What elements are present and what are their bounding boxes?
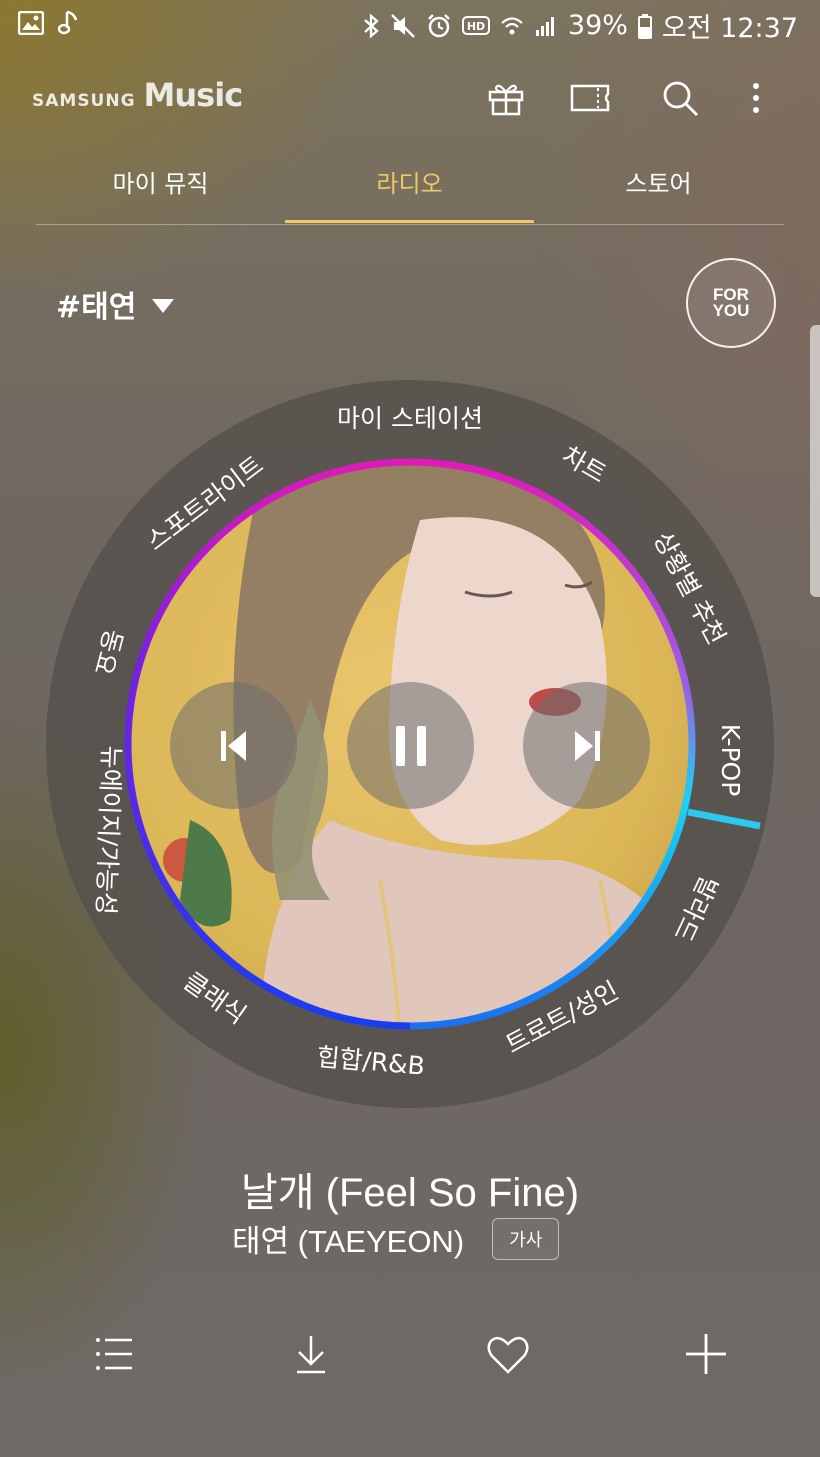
next-button[interactable] xyxy=(523,682,650,809)
heart-icon[interactable] xyxy=(484,1330,532,1378)
skip-previous-icon xyxy=(220,730,246,761)
genre-kpop[interactable]: K-POP xyxy=(716,724,745,797)
track-artist-row: 태연 (TAEYEON) 가사 xyxy=(232,1216,560,1261)
lyrics-button[interactable]: 가사 xyxy=(492,1217,560,1260)
add-icon[interactable] xyxy=(682,1330,730,1378)
skip-next-icon xyxy=(574,730,600,761)
previous-button[interactable] xyxy=(170,682,297,809)
genre-newage[interactable]: 뉴에이지/가능성 xyxy=(91,745,126,915)
genre-my-station[interactable]: 마이 스테이션 xyxy=(337,404,483,433)
pause-button[interactable] xyxy=(347,682,474,809)
download-icon[interactable] xyxy=(287,1330,335,1378)
list-icon[interactable] xyxy=(90,1330,138,1378)
track-title: 날개 (Feel So Fine) xyxy=(240,1171,580,1215)
track-artist: 태연 (TAEYEON) xyxy=(232,1224,465,1259)
pause-icon xyxy=(395,725,426,766)
